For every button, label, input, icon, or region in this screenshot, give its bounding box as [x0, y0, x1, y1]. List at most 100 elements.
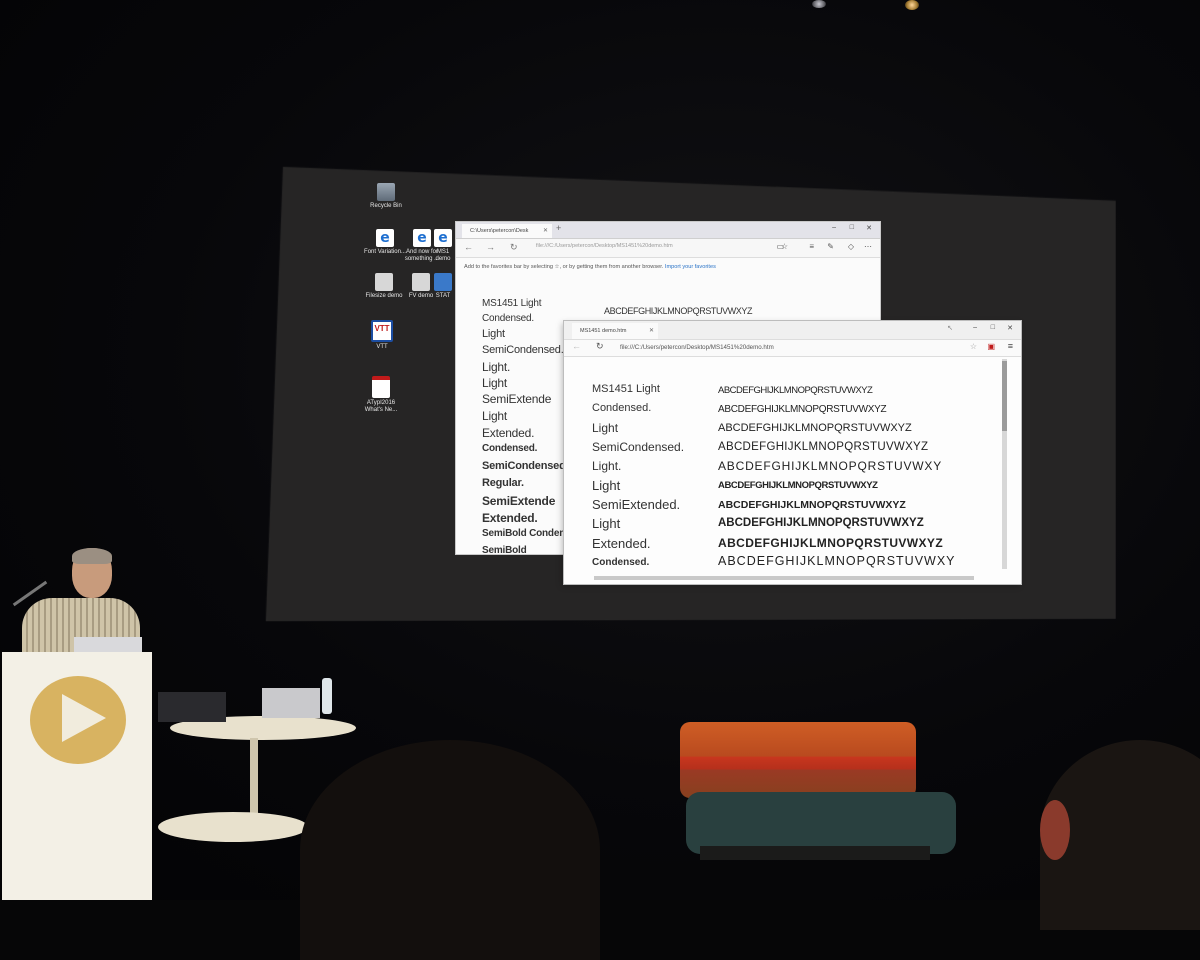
alphabet-sample: ABCDEFGHIJKLMNOPQRSTUVWXYZ: [718, 404, 887, 415]
list-item: SemiBold Condense: [482, 528, 576, 539]
alphabet-sample: ABCDEFGHIJKLMNOPQRSTUVWXYZ: [604, 306, 753, 316]
hub-icon[interactable]: ≡: [809, 242, 814, 251]
water-bottle: [322, 678, 332, 714]
list-item: Light.: [482, 360, 511, 374]
favorites-bar-prompt: Add to the favorites bar by selecting ☆,…: [464, 264, 716, 270]
alphabet-sample: ABCDEFGHIJKLMNOPQRSTUVWXYZ: [718, 385, 873, 396]
font-name: Condensed.: [592, 402, 652, 414]
cursor-icon: ↖: [947, 325, 953, 332]
close-window-icon[interactable]: ✕: [1007, 324, 1013, 332]
font-name: SemiExtended.: [592, 497, 681, 512]
font-name: Light: [592, 516, 621, 531]
laptop-3: [262, 688, 320, 718]
desktop-icon-stat[interactable]: STAT: [430, 273, 456, 300]
tab-bar: C:\Users\petercon\Desk ✕ + – □ ✕: [456, 222, 880, 239]
menu-icon[interactable]: ≡: [1008, 341, 1013, 351]
new-tab-icon[interactable]: +: [556, 223, 561, 233]
desktop-icon-atypi2016[interactable]: ATypI2016 What's Ne...: [358, 376, 404, 414]
url-field[interactable]: file:///C:/Users/petercon/Desktop/MS1451…: [536, 243, 673, 249]
list-item: Regular.: [482, 477, 524, 489]
alphabet-sample: ABCDEFGHIJKLMNOPQRSTUVWXYZ: [718, 536, 944, 550]
stat-icon: [434, 273, 452, 291]
more-icon[interactable]: ⋯: [864, 242, 872, 251]
back-icon[interactable]: ←: [464, 242, 473, 252]
browser-window-front[interactable]: MS1451 demo.htm ✕ ↖ – □ ✕ ← ↻ file:///C:…: [564, 321, 1021, 584]
laptop: [74, 637, 142, 653]
favorite-star-icon[interactable]: ☆: [970, 342, 977, 351]
alphabet-sample: ABCDEFGHIJKLMNOPQRSTUVWXY: [718, 459, 943, 473]
back-icon[interactable]: ←: [572, 341, 581, 351]
favorite-star-icon[interactable]: ☆: [781, 242, 788, 251]
import-favorites-link[interactable]: Import your favorites: [665, 264, 716, 270]
alphabet-sample: ABCDEFGHIJKLMNOPQRSTUVWXY: [718, 554, 956, 568]
sofa-seat: [686, 792, 956, 854]
list-item: SemiExtende: [482, 494, 556, 508]
list-item: Condensed.: [482, 313, 534, 324]
edge-file-icon: e: [376, 229, 394, 247]
font-name: MS1451 Light: [592, 383, 660, 395]
list-item: Light: [482, 409, 508, 423]
list-item: SemiExtende: [482, 392, 552, 406]
list-item: Extended.: [482, 426, 535, 440]
alphabet-sample: ABCDEFGHIJKLMNOPQRSTUVWXYZ: [718, 517, 924, 529]
alphabet-sample: ABCDEFGHIJKLMNOPQRSTUVWXYZ: [718, 441, 929, 453]
minimize-icon[interactable]: –: [973, 324, 977, 331]
recycle-bin-icon: [377, 183, 395, 201]
table-top: [158, 812, 308, 842]
close-icon[interactable]: ✕: [543, 224, 548, 238]
font-name: Light.: [592, 459, 622, 473]
font-name: Light: [592, 421, 619, 435]
list-item: Extended.: [482, 511, 538, 525]
scrollbar-thumb[interactable]: [1002, 361, 1007, 431]
folder-house-icon: [375, 273, 393, 291]
play-triangle-icon: [62, 694, 106, 742]
edge-file-icon: e: [413, 229, 431, 247]
edge-file-icon: e: [434, 229, 452, 247]
share-icon[interactable]: ◇: [848, 242, 854, 251]
web-note-icon[interactable]: ✎: [827, 242, 834, 251]
url-field[interactable]: file:///C:/Users/petercon/Desktop/MS1451…: [620, 344, 774, 351]
font-name-list: MS1451 Light Condensed. Light SemiConden…: [482, 298, 577, 554]
list-item: Light: [482, 376, 508, 390]
alphabet-sample: ABCDEFGHIJKLMNOPQRSTUVWXYZ: [718, 499, 906, 511]
browser-tab[interactable]: MS1451 demo.htm ✕: [572, 323, 658, 339]
pdf-tool-icon[interactable]: ▣: [987, 342, 995, 351]
sofa-back: [680, 722, 916, 798]
desktop-icon-vtt[interactable]: VTT VTT: [359, 320, 405, 351]
minimize-icon[interactable]: –: [832, 224, 836, 231]
horizontal-scrollbar[interactable]: [594, 576, 974, 580]
refresh-icon[interactable]: ↻: [596, 341, 604, 352]
font-name: SemiCondensed.: [592, 440, 685, 454]
laptop-2: [158, 692, 226, 722]
pdf-icon: [372, 376, 390, 398]
list-item: SemiBold: [482, 545, 527, 554]
maximize-icon[interactable]: □: [850, 224, 854, 231]
presenter-hair: [72, 548, 112, 564]
alphabet-sample: ABCDEFGHIJKLMNOPQRSTUVWXYZ: [718, 422, 912, 434]
maximize-icon[interactable]: □: [991, 324, 995, 331]
desktop-icon-recycle-bin[interactable]: Recycle Bin: [363, 183, 409, 210]
font-name: Extended.: [592, 536, 651, 551]
font-name: Condensed.: [592, 557, 650, 568]
ceiling-light: [812, 0, 826, 8]
sofa-base: [700, 846, 930, 860]
address-bar: ← ↻ file:///C:/Users/petercon/Desktop/MS…: [564, 340, 1021, 357]
close-window-icon[interactable]: ✕: [866, 224, 872, 232]
desktop-icon-ms1-demo[interactable]: e MS1 demo: [430, 229, 456, 263]
list-item: Condensed.: [482, 443, 538, 454]
audience-head: [300, 740, 600, 960]
audience-cap: [1040, 800, 1070, 860]
forward-icon[interactable]: →: [486, 242, 495, 252]
vtt-icon: VTT: [371, 320, 393, 342]
browser-tab[interactable]: C:\Users\petercon\Desk ✕: [462, 224, 552, 238]
alphabet-sample: ABCDEFGHIJKLMNOPQRSTUVWXYZ: [718, 480, 878, 491]
address-bar: ← → ↻ file:///C:/Users/petercon/Desktop/…: [456, 239, 880, 258]
list-item: Light: [482, 328, 505, 340]
ceiling-light: [905, 0, 919, 10]
list-item: MS1451 Light: [482, 298, 542, 309]
refresh-icon[interactable]: ↻: [510, 242, 518, 253]
font-name: Light: [592, 478, 621, 493]
table-leg: [250, 738, 258, 818]
list-item: SemiCondensed.: [482, 344, 564, 356]
close-icon[interactable]: ✕: [649, 323, 654, 339]
